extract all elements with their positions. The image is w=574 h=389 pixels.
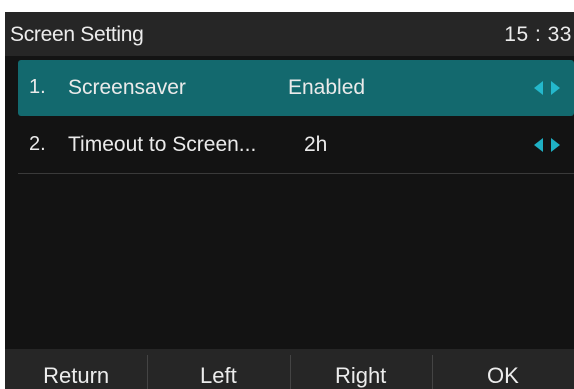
row-label: Screensaver bbox=[68, 76, 186, 99]
setting-row-screensaver[interactable]: 1. Screensaver Enabled bbox=[18, 60, 574, 116]
settings-list: 1. Screensaver Enabled 2. Timeout to Scr… bbox=[18, 60, 574, 174]
title-bar: Screen Setting 15 : 33 bbox=[5, 12, 574, 56]
setting-row-timeout[interactable]: 2. Timeout to Screen... 2h bbox=[18, 117, 574, 174]
left-arrow-icon[interactable] bbox=[534, 138, 543, 152]
left-softkey[interactable]: Left bbox=[147, 349, 289, 389]
phone-screen: Screen Setting 15 : 33 1. Screensaver En… bbox=[5, 12, 574, 389]
row-value: Enabled bbox=[288, 76, 366, 99]
value-switch-arrows[interactable] bbox=[534, 138, 560, 154]
row-label: Timeout to Screen... bbox=[68, 133, 257, 156]
row-index: 1. bbox=[29, 76, 46, 98]
right-arrow-icon[interactable] bbox=[551, 81, 560, 95]
left-arrow-icon[interactable] bbox=[534, 81, 543, 95]
row-index: 2. bbox=[29, 133, 46, 155]
return-softkey[interactable]: Return bbox=[5, 349, 147, 389]
row-value: 2h bbox=[304, 133, 328, 156]
value-switch-arrows[interactable] bbox=[534, 81, 560, 97]
ok-softkey[interactable]: OK bbox=[431, 349, 574, 389]
clock: 15 : 33 bbox=[504, 23, 572, 46]
right-softkey[interactable]: Right bbox=[289, 349, 432, 389]
softkey-bar: Return Left Right OK bbox=[5, 349, 574, 389]
page-title: Screen Setting bbox=[10, 23, 144, 46]
right-arrow-icon[interactable] bbox=[551, 138, 560, 152]
